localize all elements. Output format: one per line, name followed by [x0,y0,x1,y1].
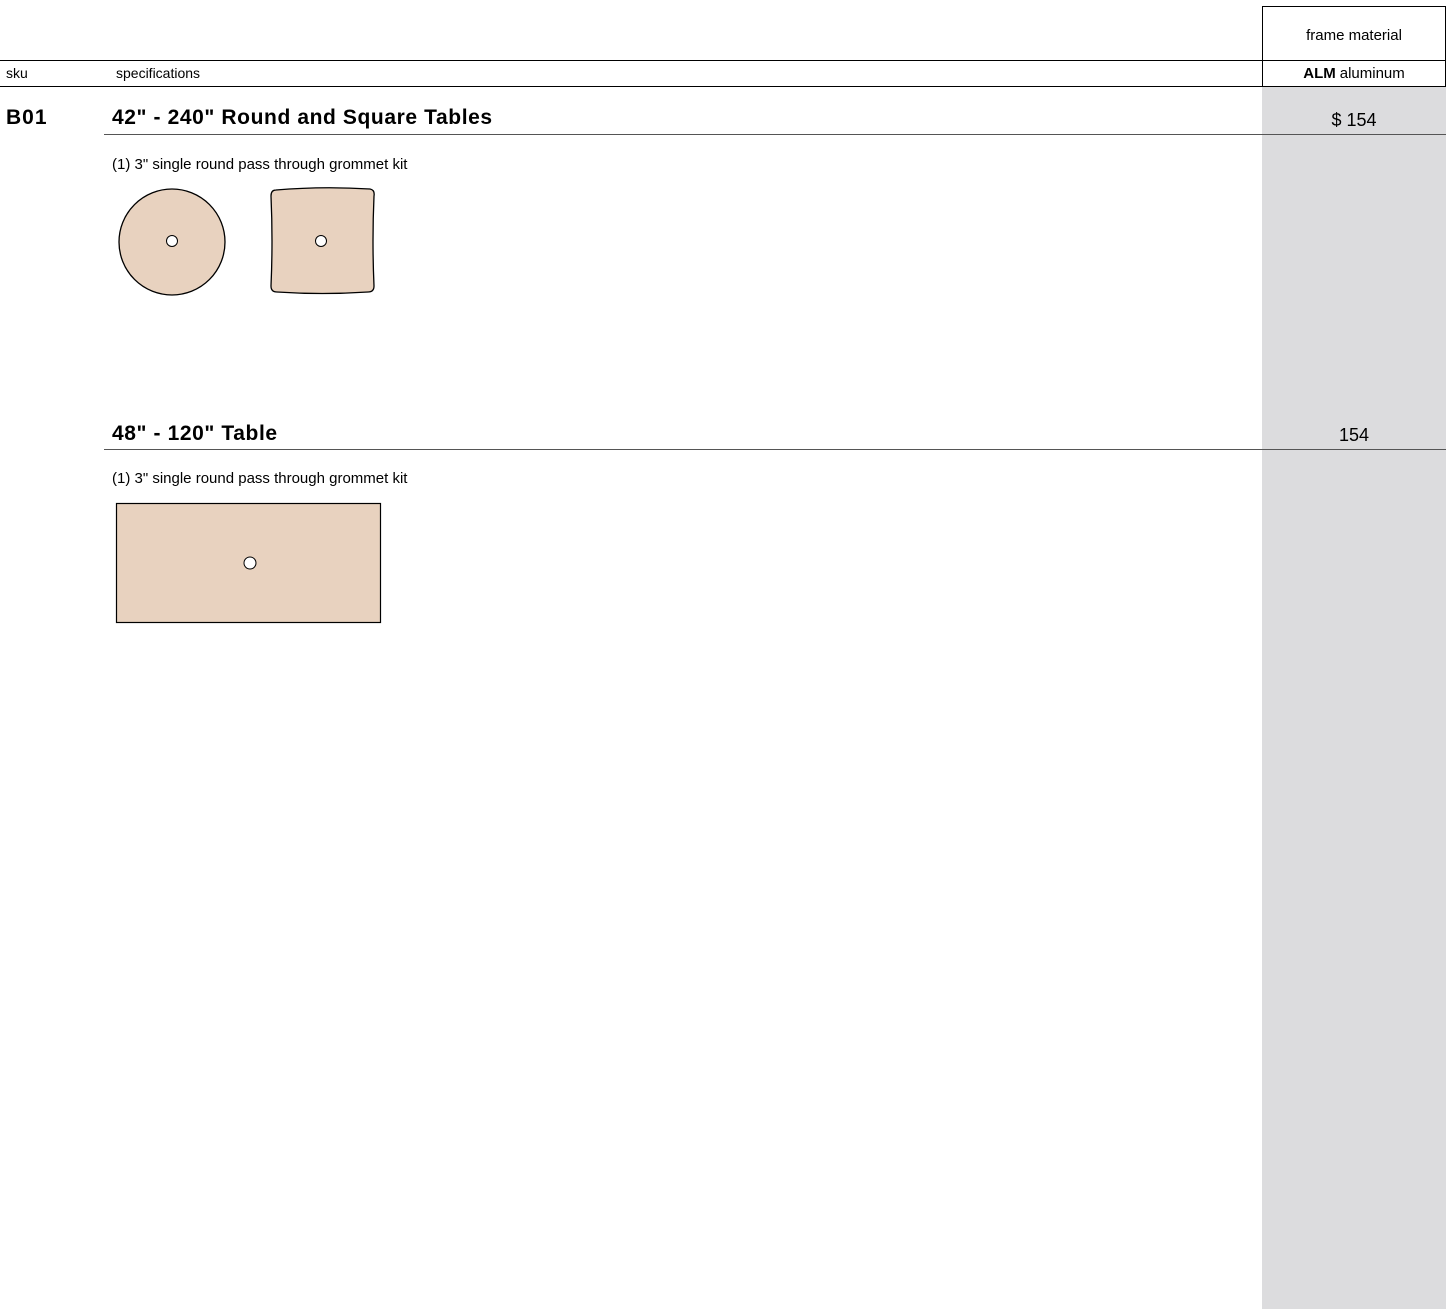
sku-column-header: sku [6,65,28,81]
rectangular-table-top-icon [115,502,382,624]
product-sku: B01 [6,106,48,129]
item-divider [104,134,1446,135]
material-code: ALM [1303,65,1336,82]
square-table-top-icon [270,187,375,295]
item-price: $ 154 [1331,110,1377,130]
item-divider [104,449,1446,450]
round-table-top-icon [118,188,226,296]
frame-material-label: frame material [1306,27,1402,44]
item-price: 154 [1338,425,1370,445]
price-column [1262,87,1446,1309]
header-divider-top [0,60,1446,61]
item-description: (1) 3" single round pass through grommet… [112,156,408,173]
item-title: 42" - 240" Round and Square Tables [112,106,493,129]
specifications-column-header: specifications [116,65,201,81]
item-title: 48" - 120" Table [112,422,278,445]
frame-material-header: frame material [1262,6,1446,60]
material-name: aluminum [1339,65,1405,82]
material-column-header: ALM aluminum [1262,61,1446,86]
header-divider-bottom [0,86,1446,87]
item-description: (1) 3" single round pass through grommet… [112,470,408,487]
